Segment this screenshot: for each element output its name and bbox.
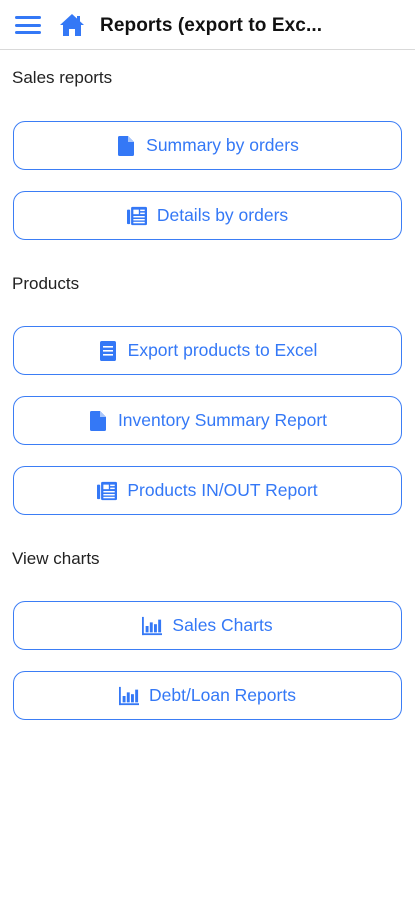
file-icon	[88, 410, 108, 432]
newspaper-icon	[126, 205, 147, 227]
section-title-products: Products	[12, 274, 80, 293]
section-title-sales-reports: Sales reports	[12, 68, 113, 87]
inventory-summary-report-button[interactable]: Inventory Summary Report	[13, 396, 402, 445]
debt-loan-reports-button[interactable]: Debt/Loan Reports	[13, 671, 402, 720]
sales-charts-button[interactable]: Sales Charts	[13, 601, 402, 650]
home-icon[interactable]	[58, 11, 86, 39]
app-header: Reports (export to Exc...	[0, 0, 415, 50]
export-products-to-excel-button[interactable]: Export products to Excel	[13, 326, 402, 375]
products-in-out-report-button[interactable]: Products IN/OUT Report	[13, 466, 402, 515]
newspaper-icon	[97, 480, 118, 502]
details-by-orders-button[interactable]: Details by orders	[13, 191, 402, 240]
bar-chart-icon	[142, 615, 163, 637]
file-text-icon	[98, 340, 118, 362]
bar-chart-icon	[119, 685, 140, 707]
file-icon	[116, 135, 136, 157]
summary-by-orders-label: Summary by orders	[146, 135, 299, 155]
hamburger-menu-icon[interactable]	[14, 14, 42, 36]
products-in-out-report-label: Products IN/OUT Report	[127, 480, 318, 500]
debt-loan-reports-label: Debt/Loan Reports	[149, 685, 296, 705]
export-products-to-excel-label: Export products to Excel	[127, 340, 318, 360]
details-by-orders-label: Details by orders	[156, 205, 289, 225]
section-title-view-charts: View charts	[12, 549, 100, 568]
sales-charts-label: Sales Charts	[172, 615, 273, 635]
page-title: Reports (export to Exc...	[100, 15, 323, 36]
summary-by-orders-button[interactable]: Summary by orders	[13, 121, 402, 170]
inventory-summary-report-label: Inventory Summary Report	[117, 410, 328, 430]
